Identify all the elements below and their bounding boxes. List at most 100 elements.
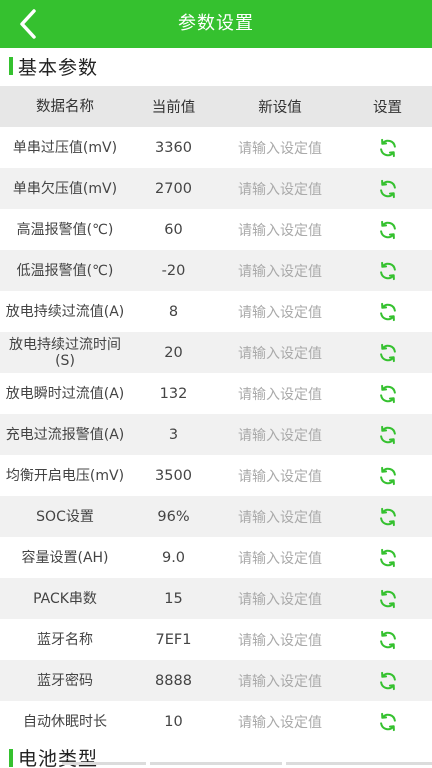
refresh-icon xyxy=(379,343,396,362)
param-name: 低温报警值(℃) xyxy=(16,262,114,279)
table-row: 低温报警值(℃) -20 请输入设定值 xyxy=(0,250,432,291)
param-name: 自动休眠时长 xyxy=(23,713,107,730)
param-current-value: 3360 xyxy=(155,139,192,156)
table-row: 充电过流报警值(A) 3 请输入设定值 xyxy=(0,414,432,455)
set-button[interactable] xyxy=(343,127,432,168)
column-header-set: 设置 xyxy=(373,100,402,116)
table-row: SOC设置 96% 请输入设定值 xyxy=(0,496,432,537)
param-new-value-input[interactable]: 请输入设定值 xyxy=(217,660,343,701)
param-new-value-input[interactable]: 请输入设定值 xyxy=(217,619,343,660)
param-new-value-input[interactable]: 请输入设定值 xyxy=(217,496,343,537)
param-name: 放电持续过流时间(S) xyxy=(9,336,121,369)
table-row: PACK串数 15 请输入设定值 xyxy=(0,578,432,619)
table-row: 容量设置(AH) 9.0 请输入设定值 xyxy=(0,537,432,578)
param-current-value: -20 xyxy=(161,262,186,279)
refresh-icon xyxy=(379,548,396,567)
param-current-value: 20 xyxy=(164,344,183,361)
param-name: SOC设置 xyxy=(36,508,94,525)
page-title: 参数设置 xyxy=(178,13,254,34)
set-button[interactable] xyxy=(343,332,432,373)
refresh-icon xyxy=(379,384,396,403)
param-current-value: 7EF1 xyxy=(155,631,192,648)
refresh-icon xyxy=(379,589,396,608)
table-row: 自动休眠时长 10 请输入设定值 xyxy=(0,701,432,742)
table-row: 单串过压值(mV) 3360 请输入设定值 xyxy=(0,127,432,168)
param-current-value: 8 xyxy=(168,303,179,320)
table-row: 均衡开启电压(mV) 3500 请输入设定值 xyxy=(0,455,432,496)
set-button[interactable] xyxy=(343,455,432,496)
table-row: 放电瞬时过流值(A) 132 请输入设定值 xyxy=(0,373,432,414)
params-table: 数据名称 当前值 新设值 设置 单串过压值(mV) 3360 请输入设定值 单串欠压值… xyxy=(0,86,432,742)
param-name: 容量设置(AH) xyxy=(21,549,109,566)
table-row: 放电持续过流时间(S) 20 请输入设定值 xyxy=(0,332,432,373)
refresh-icon xyxy=(379,630,396,649)
refresh-icon xyxy=(379,466,396,485)
set-button[interactable] xyxy=(343,496,432,537)
param-new-value-input[interactable]: 请输入设定值 xyxy=(217,414,343,455)
param-new-value-input[interactable]: 请输入设定值 xyxy=(217,537,343,578)
param-new-value-input[interactable]: 请输入设定值 xyxy=(217,209,343,250)
param-name: 单串过压值(mV) xyxy=(12,139,118,156)
param-name: 充电过流报警值(A) xyxy=(5,426,125,443)
table-row: 单串欠压值(mV) 2700 请输入设定值 xyxy=(0,168,432,209)
param-current-value: 2700 xyxy=(155,180,192,197)
param-name: 均衡开启电压(mV) xyxy=(5,467,125,484)
refresh-icon xyxy=(379,261,396,280)
table-header-row: 数据名称 当前值 新设值 设置 xyxy=(0,86,432,127)
set-button[interactable] xyxy=(343,209,432,250)
param-name: 单串欠压值(mV) xyxy=(12,180,118,197)
table-row: 蓝牙密码 8888 请输入设定值 xyxy=(0,660,432,701)
set-button[interactable] xyxy=(343,537,432,578)
param-new-value-input[interactable]: 请输入设定值 xyxy=(217,373,343,414)
set-button[interactable] xyxy=(343,291,432,332)
param-name: 高温报警值(℃) xyxy=(16,221,114,238)
param-current-value: 3500 xyxy=(155,467,192,484)
param-new-value-input[interactable]: 请输入设定值 xyxy=(217,332,343,373)
param-new-value-input[interactable]: 请输入设定值 xyxy=(217,455,343,496)
param-new-value-input[interactable]: 请输入设定值 xyxy=(217,168,343,209)
section-title: 基本参数 xyxy=(18,57,99,79)
param-current-value: 132 xyxy=(159,385,188,402)
refresh-icon xyxy=(379,712,396,731)
param-current-value: 10 xyxy=(164,713,183,730)
param-name: 蓝牙密码 xyxy=(37,672,93,689)
refresh-icon xyxy=(379,302,396,321)
refresh-icon xyxy=(379,671,396,690)
set-button[interactable] xyxy=(343,660,432,701)
set-button[interactable] xyxy=(343,168,432,209)
app-header: 参数设置 xyxy=(0,0,432,48)
param-new-value-input[interactable]: 请输入设定值 xyxy=(217,127,343,168)
table-row: 高温报警值(℃) 60 请输入设定值 xyxy=(0,209,432,250)
param-current-value: 8888 xyxy=(155,672,192,689)
param-name: PACK串数 xyxy=(33,590,97,607)
table-row: 放电持续过流值(A) 8 请输入设定值 xyxy=(0,291,432,332)
divider xyxy=(0,762,432,768)
refresh-icon xyxy=(379,138,396,157)
set-button[interactable] xyxy=(343,373,432,414)
set-button[interactable] xyxy=(343,578,432,619)
param-new-value-input[interactable]: 请输入设定值 xyxy=(217,701,343,742)
section-accent-bar xyxy=(9,57,13,75)
basic-params-section-header: 基本参数 xyxy=(0,48,432,84)
table-row: 蓝牙名称 7EF1 请输入设定值 xyxy=(0,619,432,660)
set-button[interactable] xyxy=(343,701,432,742)
set-button[interactable] xyxy=(343,414,432,455)
param-current-value: 60 xyxy=(164,221,183,238)
refresh-icon xyxy=(379,507,396,526)
refresh-icon xyxy=(379,220,396,239)
set-button[interactable] xyxy=(343,619,432,660)
param-new-value-input[interactable]: 请输入设定值 xyxy=(217,578,343,619)
set-button[interactable] xyxy=(343,250,432,291)
param-current-value: 96% xyxy=(157,508,190,525)
param-new-value-input[interactable]: 请输入设定值 xyxy=(217,291,343,332)
param-current-value: 9.0 xyxy=(161,549,186,566)
column-header-current: 当前值 xyxy=(151,100,196,116)
refresh-icon xyxy=(379,425,396,444)
param-current-value: 3 xyxy=(168,426,179,443)
refresh-icon xyxy=(379,179,396,198)
column-header-name: 数据名称 xyxy=(36,98,94,115)
param-name: 放电瞬时过流值(A) xyxy=(5,385,125,402)
param-new-value-input[interactable]: 请输入设定值 xyxy=(217,250,343,291)
param-name: 放电持续过流值(A) xyxy=(5,303,125,320)
param-name: 蓝牙名称 xyxy=(37,631,93,648)
